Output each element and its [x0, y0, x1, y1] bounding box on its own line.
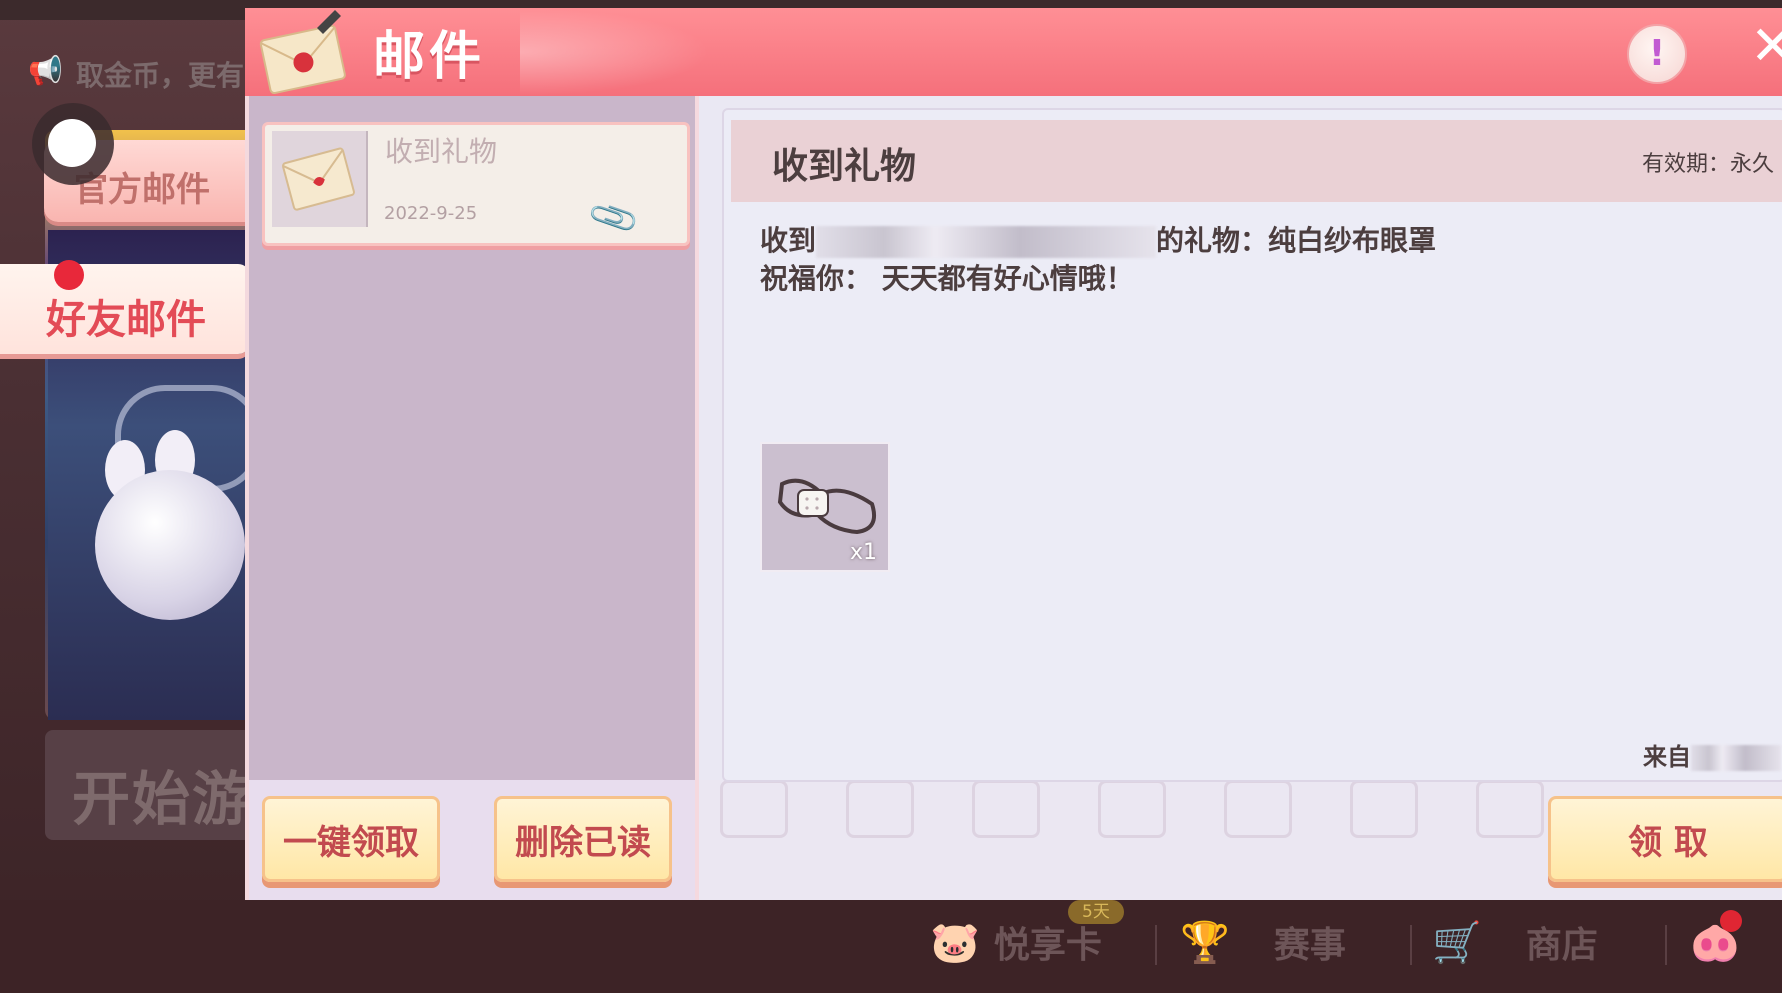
claim-all-button[interactable]: 一键领取: [262, 796, 440, 882]
close-button[interactable]: ✕: [1750, 14, 1782, 78]
background-pattern: [1224, 780, 1292, 838]
letter-icon: [272, 131, 368, 227]
cart-icon: 🛒: [1432, 919, 1482, 966]
background-pattern: [972, 780, 1040, 838]
delete-read-button[interactable]: 删除已读: [494, 796, 672, 882]
tab-friend-mail-label: 好友邮件: [46, 297, 206, 343]
header-decoration: [520, 8, 710, 96]
envelope-icon: [259, 10, 346, 95]
claim-button[interactable]: 领 取: [1548, 796, 1782, 882]
bottom-nav-shop[interactable]: 🛒 商店: [1432, 912, 1598, 972]
redacted-sender: [816, 226, 1157, 258]
mail-body: 收到 的礼物：纯白纱布眼罩 祝福你： 天天都有好心情哦！: [760, 222, 1436, 298]
background-pattern: [1350, 780, 1418, 838]
info-button[interactable]: !: [1627, 24, 1687, 84]
bottom-nav-divider: [1665, 925, 1667, 965]
mail-body-gift: 的礼物：纯白纱布眼罩: [1156, 224, 1437, 257]
rabbit-mascot: [95, 470, 245, 620]
background-pattern: [846, 780, 914, 838]
trophy-icon: 🏆: [1180, 919, 1230, 966]
background-pattern: [720, 780, 788, 838]
bottom-nav-divider: [1155, 925, 1157, 965]
mail-sender: 来自: [1643, 737, 1781, 772]
item-quantity: x1: [850, 540, 878, 565]
start-game-label: 开始游: [72, 765, 253, 833]
unread-dot: [54, 260, 84, 290]
pig-icon: 🐷: [930, 919, 980, 966]
mail-detail-title: 收到礼物: [772, 146, 917, 187]
bottom-nav-events[interactable]: 🏆 赛事: [1180, 912, 1346, 972]
mail-body-line: 祝福你： 天天都有好心情哦！: [760, 260, 1436, 298]
background-pattern: [1098, 780, 1166, 838]
bottom-nav-label: 商店: [1525, 925, 1598, 966]
page-title: 邮件: [373, 27, 486, 87]
megaphone-icon: 📢: [28, 54, 63, 87]
notification-dot: [1720, 910, 1742, 932]
mail-item-date: 2022-9-25: [384, 203, 478, 224]
redacted-sender-name: [1691, 745, 1781, 771]
assistive-touch-knob[interactable]: [48, 119, 96, 167]
notice-text: 取金币，更有: [76, 59, 245, 92]
bottom-nav-label: 悦享卡: [993, 925, 1102, 966]
mail-item-title: 收到礼物: [385, 135, 498, 168]
background-pattern: [1476, 780, 1544, 838]
mail-body-line: 收到 的礼物：纯白纱布眼罩: [760, 222, 1436, 260]
mail-blessing-prefix: 祝福你：: [760, 262, 873, 295]
bottom-nav-divider: [1410, 925, 1412, 965]
mail-validity: 有效期：永久: [1642, 152, 1775, 177]
mail-blessing-text: 天天都有好心情哦！: [881, 262, 1134, 295]
mail-body-prefix: 收到: [760, 224, 817, 257]
bottom-nav-label: 赛事: [1273, 925, 1346, 966]
bottom-nav-yuexiangka[interactable]: 🐷 悦享卡: [930, 912, 1102, 972]
mail-sender-label: 来自: [1643, 743, 1691, 771]
